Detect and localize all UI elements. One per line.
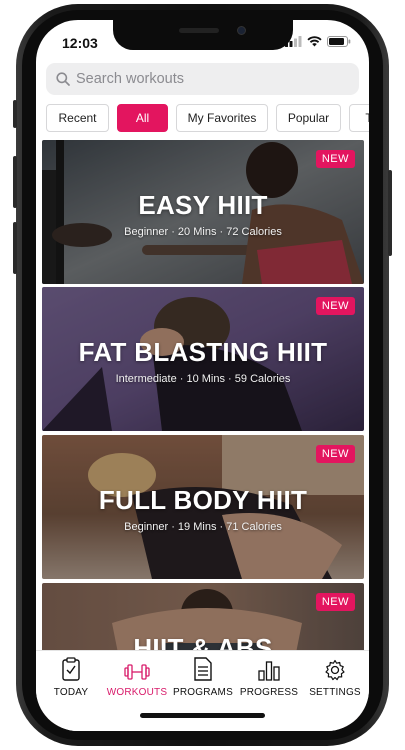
filter-more[interactable]: T <box>349 104 369 132</box>
status-icons <box>285 36 351 47</box>
gear-icon <box>325 659 345 681</box>
search-icon <box>56 72 70 86</box>
battery-icon <box>327 36 351 47</box>
mute-switch <box>13 100 17 128</box>
workout-card-fat-blasting-hiit[interactable]: NEW FAT BLASTING HIIT Intermediate · 10 … <box>42 287 364 431</box>
new-badge: NEW <box>315 297 355 315</box>
filter-my-favorites[interactable]: My Favorites <box>176 104 268 132</box>
workout-title: FULL BODY HIIT <box>98 485 308 515</box>
bar-chart-icon <box>258 661 280 681</box>
tab-label: PROGRESS <box>239 687 299 698</box>
filter-chips: Recent All My Favorites Popular T <box>46 104 369 132</box>
clipboard-check-icon <box>62 657 80 681</box>
home-indicator[interactable] <box>140 713 265 718</box>
workout-title: FAT BLASTING HIIT <box>78 337 328 367</box>
workout-card-easy-hiit[interactable]: NEW EASY HIIT Beginner · 20 Mins · 72 Ca… <box>42 140 364 284</box>
tab-settings[interactable]: SETTINGS <box>302 655 368 698</box>
notch <box>113 20 293 50</box>
tab-progress[interactable]: PROGRESS <box>236 655 302 698</box>
tab-today[interactable]: TODAY <box>38 655 104 698</box>
workout-title: EASY HIIT <box>138 190 268 220</box>
tab-programs[interactable]: PROGRAMS <box>170 655 236 698</box>
workout-meta: Intermediate · 10 Mins · 59 Calories <box>115 373 291 385</box>
tab-workouts[interactable]: WORKOUTS <box>104 655 170 698</box>
workout-meta: Beginner · 19 Mins · 71 Calories <box>124 521 282 533</box>
tab-label: TODAY <box>53 687 89 698</box>
search-placeholder: Search workouts <box>76 71 184 87</box>
power-button <box>388 170 392 256</box>
search-bar[interactable]: Search workouts <box>46 63 359 95</box>
screen: 12:03 Search workouts Recent All My Favo… <box>36 20 369 731</box>
wifi-icon <box>307 36 322 47</box>
new-badge: NEW <box>315 445 355 463</box>
tab-label: SETTINGS <box>309 687 361 698</box>
tab-label: PROGRAMS <box>173 687 233 698</box>
volume-down-button <box>13 222 17 274</box>
speaker <box>179 28 219 33</box>
filter-popular[interactable]: Popular <box>276 104 341 132</box>
tab-bar: TODAY WORKOUTS PROGRAMS PROGRESS SETTING… <box>36 650 369 731</box>
workout-card-full-body-hiit[interactable]: NEW FULL BODY HIIT Beginner · 19 Mins · … <box>42 435 364 579</box>
workout-meta: Beginner · 20 Mins · 72 Calories <box>124 226 282 238</box>
tab-label: WORKOUTS <box>106 687 168 698</box>
filter-all[interactable]: All <box>117 104 168 132</box>
new-badge: NEW <box>315 593 355 611</box>
filter-recent[interactable]: Recent <box>46 104 109 132</box>
dumbbell-icon <box>124 664 150 680</box>
document-icon <box>194 657 212 681</box>
new-badge: NEW <box>315 150 355 168</box>
front-camera <box>237 26 246 35</box>
volume-up-button <box>13 156 17 208</box>
status-time: 12:03 <box>62 35 98 51</box>
